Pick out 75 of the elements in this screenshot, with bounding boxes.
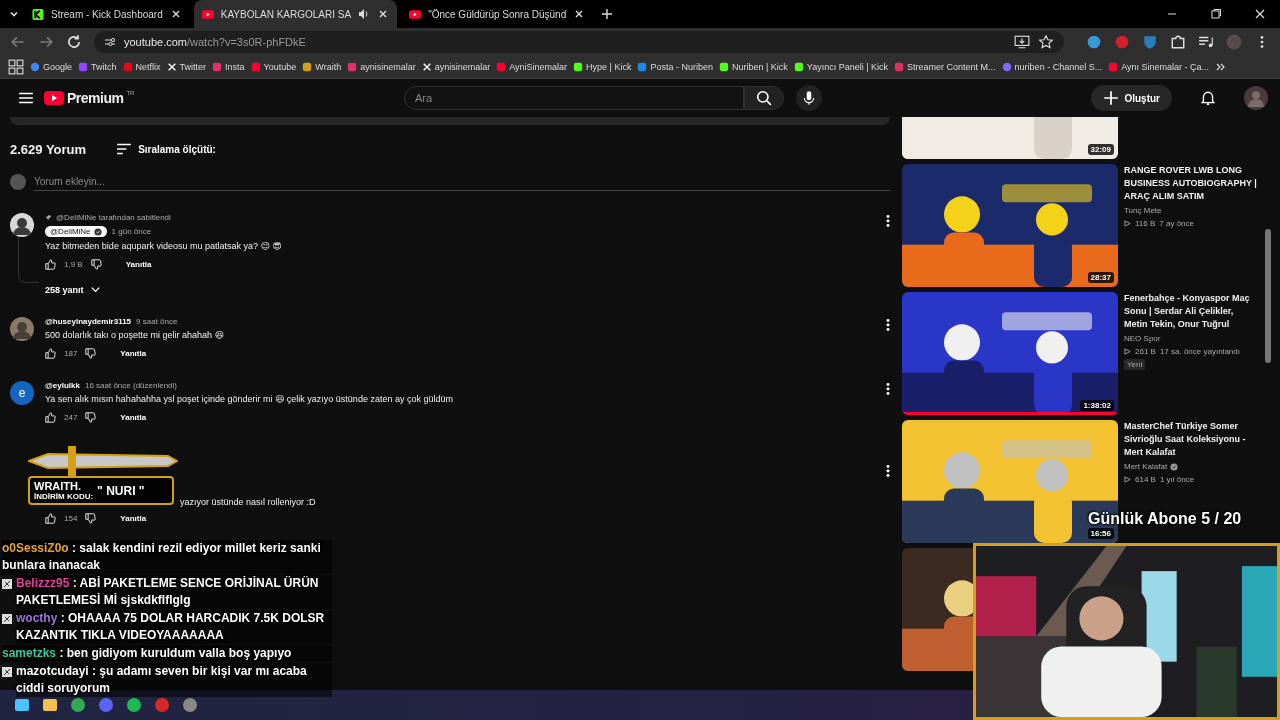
upload-age: 7 ay önce — [1159, 219, 1194, 228]
sort-button[interactable]: Sıralama ölçütü: — [116, 141, 216, 157]
bookmark[interactable]: Wraith — [302, 62, 342, 72]
chat-message: Belizzz95 : ABİ PAKETLEME SENCE ORİJİNAL ÜRÜN PAKETLEMESİ Mİ sjskdkflflglg — [16, 575, 332, 609]
comment-text: Yaz bitmeden bide aqupark videosu mu patlatsak ya? 😉 😎 — [45, 241, 283, 251]
duration-badge: 28:37 — [1087, 272, 1114, 283]
video-title[interactable]: MasterChef Türkiye Somer Sivrioğlu Saat Koleksiyonu - Mert Kalafat — [1124, 420, 1257, 459]
browser-tab[interactable]: "Önce Güldürüp Sonra Düşünd — [401, 0, 594, 28]
bookmark[interactable]: Google — [30, 62, 73, 72]
comment-text: Ya sen alık mısın hahahahha ysl poşet içinde gönderir mi 😆 çelik yazıyo üstünde zaten ay çok güldüm — [45, 394, 454, 404]
code-label: İNDİRİM KODU: — [34, 492, 94, 501]
bookmark[interactable]: Nuriben | Kick — [719, 62, 788, 72]
bookmark[interactable]: aynisinemalar — [421, 62, 491, 72]
comment-author[interactable]: @DeliMiNe — [45, 226, 107, 237]
subscriber-goal: Günlük Abone 5 / 20 — [1088, 510, 1242, 528]
chat-message: wocthy : OHAAAA 75 DOLAR HARCADIK 7.5K DOLSR KAZANTIK TIKLA VIDEOYAAAAAAA — [16, 610, 332, 644]
reply-button[interactable]: Yanıtla — [120, 349, 147, 358]
comment-time: 1 gün önce — [111, 227, 152, 236]
discount-code: " NURI " — [97, 483, 145, 498]
upload-age: 17 sa. önce yayınlandı — [1159, 347, 1240, 356]
search-field[interactable]: Ara — [403, 86, 744, 110]
comment-text: 500 dolarlık takı o poşette mi gelir ahahah 😆 — [45, 330, 225, 340]
chat-message: mazotcudayi : şu adamı seven bir kişi var mı acaba ciddi soruyorum — [16, 663, 332, 697]
duration-badge: 32:09 — [1087, 144, 1114, 155]
bookmark[interactable]: nuriben - Channel S... — [1001, 62, 1103, 72]
duration-badge: 16:56 — [1087, 528, 1114, 539]
logo-wordmark[interactable]: Premium — [67, 90, 124, 106]
bookmark[interactable]: Netflix — [122, 62, 161, 72]
comment-time: 16 saat önce (düzenlendi) — [84, 381, 177, 390]
address-bar[interactable]: youtube.com/watch?v=3s0R-phFDkE — [94, 31, 1064, 53]
reply-button[interactable]: Yanıtla — [125, 260, 152, 269]
view-count: 116 B — [1135, 219, 1156, 228]
duration-badge: 1:38:02 — [1080, 400, 1114, 411]
browser-tab[interactable]: KAYBOLAN KARGOLARI SA — [193, 0, 398, 28]
bookmark[interactable]: Yayıncı Paneli | Kick — [793, 62, 889, 72]
bookmark[interactable]: Streamer Content M... — [894, 62, 996, 72]
new-badge: Yeni — [1124, 359, 1146, 370]
bookmark[interactable]: Twitch — [78, 62, 117, 72]
like-count: 154 — [64, 514, 78, 523]
like-count: 247 — [64, 413, 78, 422]
comment-text: yazıyor üstünde nasıl rolleniyor :D — [180, 497, 316, 507]
comment-time: 9 saat önce — [136, 317, 178, 326]
bookmark[interactable]: Hype | Kick — [573, 62, 632, 72]
bookmark[interactable]: Posta - Nuriben — [637, 62, 713, 72]
video-title[interactable]: Fenerbahçe - Konyaspor Maç Sonu | Serdar Ali Çelikler, Metin Tekin, Onur Tuğrul — [1124, 292, 1257, 331]
channel-name[interactable]: Mert Kalafat — [1124, 462, 1168, 471]
bookmark[interactable]: Youtube — [250, 62, 297, 72]
channel-name[interactable]: NEO Spor — [1124, 334, 1161, 343]
bookmark[interactable]: AyniSinemalar — [496, 62, 568, 72]
comment-count: 2.629 Yorum — [10, 141, 87, 157]
chat-message: sametzks : ben gidiyom kuruldum valla boş yapıyo — [2, 645, 332, 662]
reply-button[interactable]: Yanıtla — [120, 413, 147, 422]
channel-name[interactable]: Tunç Mete — [1124, 206, 1162, 215]
pinned-label: @DeliMiNe tarafından sabitlendi — [56, 213, 171, 222]
video-title[interactable]: RANGE ROVER LWB LONG BUSINESS AUTOBIOGRAPHY | ARAÇ ALIM SATIM — [1124, 164, 1257, 203]
like-count: 1,9 B — [64, 260, 83, 269]
like-count: 187 — [64, 349, 78, 358]
bookmark[interactable]: Twitter — [166, 62, 207, 72]
comment-author[interactable]: @eylulkk — [45, 381, 80, 390]
bookmark[interactable]: aynisinemalar — [347, 62, 416, 72]
replies-toggle[interactable]: 258 yanıt — [45, 284, 101, 295]
view-count: 614 B — [1135, 475, 1156, 484]
create-button[interactable]: Oluştur — [1091, 85, 1172, 111]
browser-tab[interactable]: Stream - Kick Dashboard — [24, 0, 190, 28]
upload-age: 1 yıl önce — [1159, 475, 1195, 484]
reply-button[interactable]: Yanıtla — [120, 514, 147, 523]
comment-field[interactable]: Yorum ekleyin... — [34, 173, 890, 191]
url-text[interactable]: youtube.com/watch?v=3s0R-phFDkE — [124, 36, 306, 48]
bookmark[interactable]: Aynı Sinemalar - Ça... — [1108, 62, 1210, 72]
user-avatar[interactable]: e — [10, 381, 34, 405]
comment-author[interactable]: @huseyinaydemir3115 — [45, 317, 132, 326]
brand-name: WRAITH. — [34, 480, 83, 492]
view-count: 261 B — [1135, 347, 1156, 356]
bookmark[interactable]: Insta — [212, 62, 245, 72]
chat-message: o0SessiZ0o : salak kendini rezil ediyor millet keriz sanki bunlara inanacak — [2, 540, 332, 574]
